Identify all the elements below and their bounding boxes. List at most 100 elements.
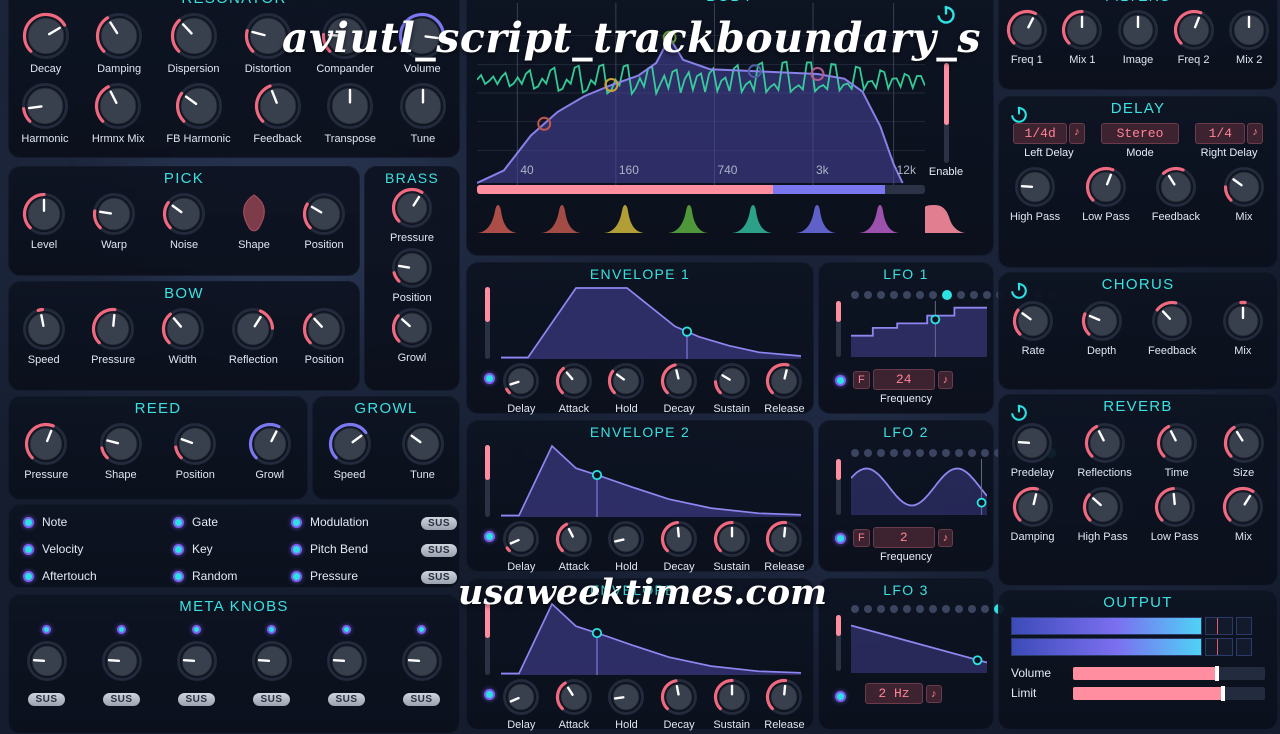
lfo-step-dot[interactable] [903, 449, 911, 457]
lfo-step-dot[interactable] [955, 449, 963, 457]
knob-dial[interactable] [1172, 8, 1216, 52]
knob-volume[interactable]: Volume [397, 11, 447, 75]
knob-pressure[interactable]: Pressure [90, 306, 136, 366]
lfo-step-dot[interactable] [916, 605, 924, 613]
knob-dial[interactable] [100, 639, 144, 688]
meta-knob[interactable]: SUS [250, 625, 294, 706]
knob-dial[interactable] [1222, 421, 1266, 465]
knob-dial[interactable] [90, 306, 136, 352]
lfo-step-dot[interactable] [864, 449, 872, 457]
modulator-item[interactable]: Velocity [23, 542, 173, 556]
knob-dial[interactable] [1081, 485, 1125, 529]
lfo-step-dot[interactable] [877, 291, 885, 299]
delay-mode-value[interactable]: Stereo [1100, 123, 1179, 144]
modulator-sus-chip[interactable]: SUS [421, 567, 465, 585]
lfo-3-value[interactable]: 2 Hz [865, 683, 923, 704]
knob-dial[interactable] [554, 361, 594, 401]
knob-harmonic[interactable]: Harmonic [20, 81, 70, 145]
knob-pressure[interactable]: Pressure [390, 186, 434, 244]
knob-dial[interactable] [390, 306, 434, 350]
knob-decay[interactable]: Decay [21, 11, 71, 75]
lfo-step-dot[interactable] [968, 449, 976, 457]
knob-dial[interactable] [301, 191, 347, 237]
knob-position[interactable]: Position [301, 306, 347, 366]
knob-dial[interactable] [174, 81, 224, 131]
modulator-item[interactable]: Pitch Bend [291, 542, 421, 556]
knob-attack[interactable]: Attack [554, 677, 594, 731]
meta-knob-sus-chip[interactable]: SUS [178, 693, 215, 706]
knob-level[interactable]: Level [21, 191, 67, 251]
knob-mix[interactable]: Mix [1221, 485, 1265, 543]
lfo-3-note-icon[interactable]: ♪ [926, 684, 942, 703]
knob-dial[interactable] [712, 677, 752, 717]
knob-dial[interactable] [659, 519, 699, 559]
modulator-led[interactable] [23, 570, 34, 582]
knob-dial[interactable] [1060, 8, 1104, 52]
knob-dial[interactable] [1150, 299, 1194, 343]
lfo-step-dot[interactable] [929, 291, 937, 299]
knob-dial[interactable] [1005, 8, 1049, 52]
knob-release[interactable]: Release [764, 677, 805, 731]
knob-tune[interactable]: Tune [400, 421, 446, 481]
lfo-step-dot[interactable] [864, 291, 872, 299]
meta-knob-led[interactable] [417, 625, 426, 634]
knob-dial[interactable] [659, 361, 699, 401]
modulator-sus-chip[interactable]: SUS [421, 513, 465, 531]
knob-feedback[interactable]: Feedback [253, 81, 303, 145]
knob-mix-1[interactable]: Mix 1 [1060, 8, 1104, 66]
lfo-step-dot[interactable] [942, 290, 952, 300]
lfo-step-dot[interactable] [983, 291, 991, 299]
band-split-bar[interactable] [477, 185, 925, 194]
knob-dial[interactable] [764, 519, 804, 559]
lfo-step-dot[interactable] [942, 605, 950, 613]
knob-dial[interactable] [712, 519, 752, 559]
meta-knob[interactable]: SUS [325, 625, 369, 706]
knob-low-pass[interactable]: Low Pass [1082, 165, 1130, 223]
lfo-step-dot[interactable] [864, 605, 872, 613]
meta-knob-sus-chip[interactable]: SUS [328, 693, 365, 706]
lfo-1-frequency-controls[interactable]: F 24 ♪ [853, 369, 954, 390]
lfo-1-mod-led[interactable] [835, 375, 846, 386]
knob-noise[interactable]: Noise [161, 191, 207, 251]
body-level-slider[interactable] [943, 63, 949, 163]
knob-hold[interactable]: Hold [606, 361, 646, 415]
modulator-item[interactable]: Key [173, 542, 291, 556]
knob-dial[interactable] [98, 421, 144, 467]
knob-dial[interactable] [94, 11, 144, 61]
lfo-3-step-dots[interactable] [851, 604, 1004, 614]
knob-attack[interactable]: Attack [554, 361, 594, 415]
knob-dial[interactable] [1083, 421, 1127, 465]
meta-knob-led[interactable] [192, 625, 201, 634]
lfo-step-dot[interactable] [890, 605, 898, 613]
knob-dispersion[interactable]: Dispersion [168, 11, 220, 75]
knob-dial[interactable] [606, 519, 646, 559]
envelope-2-level-slider[interactable] [485, 445, 490, 517]
meta-knob-sus-chip[interactable]: SUS [253, 693, 290, 706]
lfo-step-dot[interactable] [955, 605, 963, 613]
lfo-step-dot[interactable] [981, 449, 989, 457]
meta-knob-led[interactable] [267, 625, 276, 634]
knob-dial[interactable] [1221, 299, 1265, 343]
knob-decay[interactable]: Decay [659, 519, 699, 573]
lfo-step-dot[interactable] [851, 449, 859, 457]
knob-width[interactable]: Width [160, 306, 206, 366]
meta-knob[interactable]: SUS [25, 625, 69, 706]
knob-dial[interactable] [1227, 8, 1271, 52]
band-shape[interactable] [668, 203, 709, 238]
lfo-step-dot[interactable] [957, 291, 965, 299]
modulator-item[interactable]: Gate [173, 515, 291, 529]
knob-high-pass[interactable]: High Pass [1078, 485, 1128, 543]
modulator-led[interactable] [291, 516, 302, 528]
knob-position[interactable]: Position [301, 191, 347, 251]
lfo-2-frequency-controls[interactable]: F 2 ♪ [853, 527, 954, 548]
knob-low-pass[interactable]: Low Pass [1151, 485, 1198, 543]
knob-freq-1[interactable]: Freq 1 [1005, 8, 1049, 66]
meta-knob-led[interactable] [342, 625, 351, 634]
knob-sustain[interactable]: Sustain [712, 361, 752, 415]
modulator-led[interactable] [291, 543, 302, 555]
knob-damping[interactable]: Damping [94, 11, 144, 75]
knob-feedback[interactable]: Feedback [1152, 165, 1200, 223]
knob-shape[interactable]: Shape [231, 191, 277, 251]
modulator-led[interactable] [173, 516, 184, 528]
power-icon[interactable] [1009, 280, 1029, 300]
